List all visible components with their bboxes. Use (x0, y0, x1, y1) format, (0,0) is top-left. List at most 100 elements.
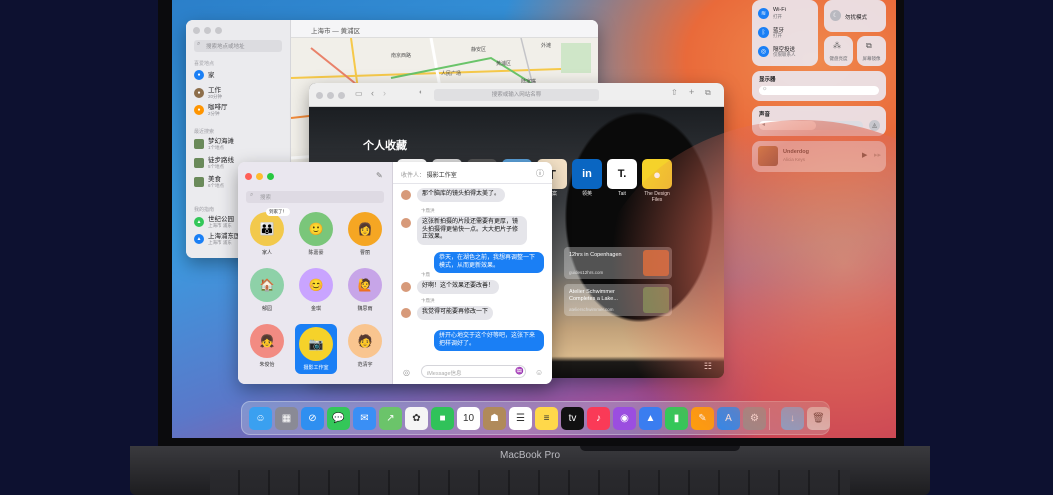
pinned-conversation[interactable]: 🧑 范清宇 (344, 324, 386, 368)
zoom-button[interactable] (267, 173, 274, 180)
wifi-icon[interactable]: ≋ (758, 8, 769, 19)
pinned-conversation[interactable]: 👪 家人 到家了！ (246, 208, 290, 256)
dock-mail-icon[interactable]: ✉ (353, 407, 376, 430)
pinned-conversation[interactable]: 👧 朱俊怡 (246, 324, 288, 368)
dock-numbers-icon[interactable]: ▮ (665, 407, 688, 430)
volume-slider[interactable]: ◂ (759, 121, 863, 130)
app-glyph: tv (568, 413, 577, 424)
close-button[interactable] (316, 92, 323, 99)
info-icon[interactable]: ⓘ (536, 168, 544, 179)
favorite-tile[interactable]: T. Tait (607, 159, 637, 197)
dock-messages-icon[interactable]: 💬 (327, 407, 350, 430)
reading-suggestion-card[interactable]: 12hrs in Copenhagen guides12hrs.com (564, 247, 672, 279)
dock-notes-icon[interactable]: ≡ (535, 407, 558, 430)
pinned-conversation[interactable]: 😊 金琪 (295, 268, 337, 312)
outgoing-message[interactable]: 拼开心地交于这个好等吧，这张下来把样调好了。 (434, 330, 544, 351)
reading-suggestion-card[interactable]: Atelier Schwimmer Completes a Lake... ate… (564, 284, 672, 316)
dock-keynote-icon[interactable]: ▲ (639, 407, 662, 430)
dock-app-store-icon[interactable]: A (717, 407, 740, 430)
bluetooth-icon[interactable]: ᛒ (758, 27, 769, 38)
back-icon[interactable]: ‹ (371, 88, 374, 98)
maps-search-input[interactable]: ⌕ 搜索地点或地址 (194, 40, 282, 52)
outgoing-message[interactable]: 恭天，在湖色之前，我想再调整一下模式，从而更新效果。 (434, 252, 544, 273)
messages-window[interactable]: ✎ ⌕ 搜索 👪 家人 到家了！ 🙂 陈嘉豪 👩 曹丽 🏠 郁园 😊 金琪 🙋 魏思雨 👧 朱俊怡 📷 摄影工作… (238, 162, 552, 384)
pinned-conversation[interactable]: 👩 曹丽 (344, 212, 386, 256)
dock-pages-icon[interactable]: ✎ (691, 407, 714, 430)
message-input[interactable]: iMessage信息 (421, 365, 526, 378)
incoming-message[interactable]: 那个脑库的镜头拍得太美了。 (417, 188, 506, 202)
dock-maps-icon[interactable]: ↗ (379, 407, 402, 430)
zoom-button[interactable] (338, 92, 345, 99)
maps-collection-item[interactable]: 徒步路线 5个地点 (194, 157, 234, 169)
audio-icon[interactable]: ♒ (515, 367, 524, 375)
close-button[interactable] (193, 27, 200, 34)
screen-mirroring-tile[interactable]: ⧉ 屏幕镜像 (857, 36, 886, 66)
tabs-overview-icon[interactable]: ⧉ (705, 88, 711, 98)
keyboard-brightness-tile[interactable]: ⁂ 键盘亮度 (824, 36, 853, 66)
app-glyph: ✿ (412, 413, 421, 424)
safari-address-bar[interactable]: 搜索或输入网站名称 (434, 89, 599, 101)
dock-downloads-icon[interactable]: ↓ (781, 407, 804, 430)
play-icon[interactable]: ▶ (862, 151, 867, 159)
incoming-message[interactable]: 好啊！这个效果还要改善！ (417, 280, 500, 294)
dock-reminders-icon[interactable]: ☰ (509, 407, 532, 430)
compose-icon[interactable]: ✎ (376, 171, 383, 180)
collection-sub: 1个地点 (208, 145, 225, 150)
favorite-tile[interactable]: ● The Design Files (642, 159, 672, 203)
airplay-audio-icon[interactable]: ◬ (869, 120, 880, 131)
maps-collection-item[interactable]: 梦幻海滩 1个地点 (194, 138, 234, 150)
customize-icon[interactable]: ☷ (704, 361, 712, 372)
maps-favorite-item[interactable]: ● 家 (194, 70, 215, 80)
shield-icon[interactable]: ◐ (419, 89, 423, 96)
typing-note-bubble: 到家了！ (266, 208, 290, 216)
pinned-conversation[interactable]: 🏠 郁园 (246, 268, 288, 312)
dock-facetime-icon[interactable]: ■ (431, 407, 454, 430)
dock-launchpad-icon[interactable]: ▦ (275, 407, 298, 430)
dock-tv-icon[interactable]: tv (561, 407, 584, 430)
card-source: atelierschwimmer.com (569, 307, 614, 312)
next-track-icon[interactable]: ▸▸ (874, 151, 881, 159)
close-button[interactable] (245, 173, 252, 180)
share-icon[interactable]: ⇧ (671, 88, 678, 97)
map-label: 人民广场 (441, 71, 462, 77)
dock-podcasts-icon[interactable]: ◉ (613, 407, 636, 430)
forward-icon[interactable]: › (383, 88, 386, 98)
dock-system-preferences-icon[interactable]: ⚙ (743, 407, 766, 430)
do-not-disturb-tile[interactable]: ☾ 勿扰模式 (824, 0, 886, 32)
dock-safari-icon[interactable]: ⊘ (301, 407, 324, 430)
messages-search-input[interactable]: ⌕ 搜索 (246, 191, 384, 203)
pinned-conversation[interactable]: 🙂 陈嘉豪 (295, 212, 337, 256)
maps-favorite-item[interactable]: ● 咖啡厅 2分钟 (194, 104, 228, 116)
bluetooth-state: 打开 (773, 33, 782, 38)
airdrop-icon[interactable]: ◎ (758, 46, 769, 57)
pinned-conversation[interactable]: 📷 摄影工作室 (295, 324, 337, 374)
connectivity-module[interactable]: ≋ Wi-Fi 打开 ᛒ 蓝牙 打开 ◎ 隔空投送 仅限联系人 (752, 0, 818, 66)
app-glyph: ✉ (360, 413, 369, 424)
new-tab-icon[interactable]: + (689, 87, 694, 97)
dock-photos-icon[interactable]: ✿ (405, 407, 428, 430)
maps-favorite-item[interactable]: ● 工作 20分钟 (194, 87, 222, 99)
pinned-name: 曹丽 (359, 250, 370, 256)
incoming-message[interactable]: 这张新拍摄的片段还需要有更厚，镜头拍摄得更愉快一点。大大把片子修正效果。 (417, 216, 527, 245)
display-brightness-slider[interactable]: ☼ (759, 86, 879, 95)
dock-finder-icon[interactable]: ☺ (249, 407, 272, 430)
emoji-icon[interactable]: ☺ (535, 368, 543, 377)
pinned-conversation[interactable]: 🙋 魏思雨 (344, 268, 386, 312)
zoom-button[interactable] (215, 27, 222, 34)
favorite-tile[interactable]: in 领英 (572, 159, 602, 197)
minimize-button[interactable] (256, 173, 263, 180)
window-controls (193, 27, 222, 34)
sidebar-icon[interactable]: ▭ (355, 89, 363, 98)
dock-calendar-icon[interactable]: 10 (457, 407, 480, 430)
dock-music-icon[interactable]: ♪ (587, 407, 610, 430)
dock-contacts-icon[interactable]: ☗ (483, 407, 506, 430)
now-playing-module[interactable]: Underdog Alicia Keys ▶ ▸▸ (752, 141, 886, 172)
maps-collection-item[interactable]: 美食 6个地点 (194, 176, 224, 188)
track-title: Underdog (783, 149, 809, 155)
apps-icon[interactable]: ◎ (403, 368, 410, 377)
maps-guide-item[interactable]: ▲ 世纪公园 上海市 浦东 (194, 216, 234, 228)
incoming-message[interactable]: 我觉得可能要再修改一下 (417, 306, 494, 320)
dock-trash-icon[interactable]: 🗑 (807, 407, 830, 430)
minimize-button[interactable] (204, 27, 211, 34)
minimize-button[interactable] (327, 92, 334, 99)
